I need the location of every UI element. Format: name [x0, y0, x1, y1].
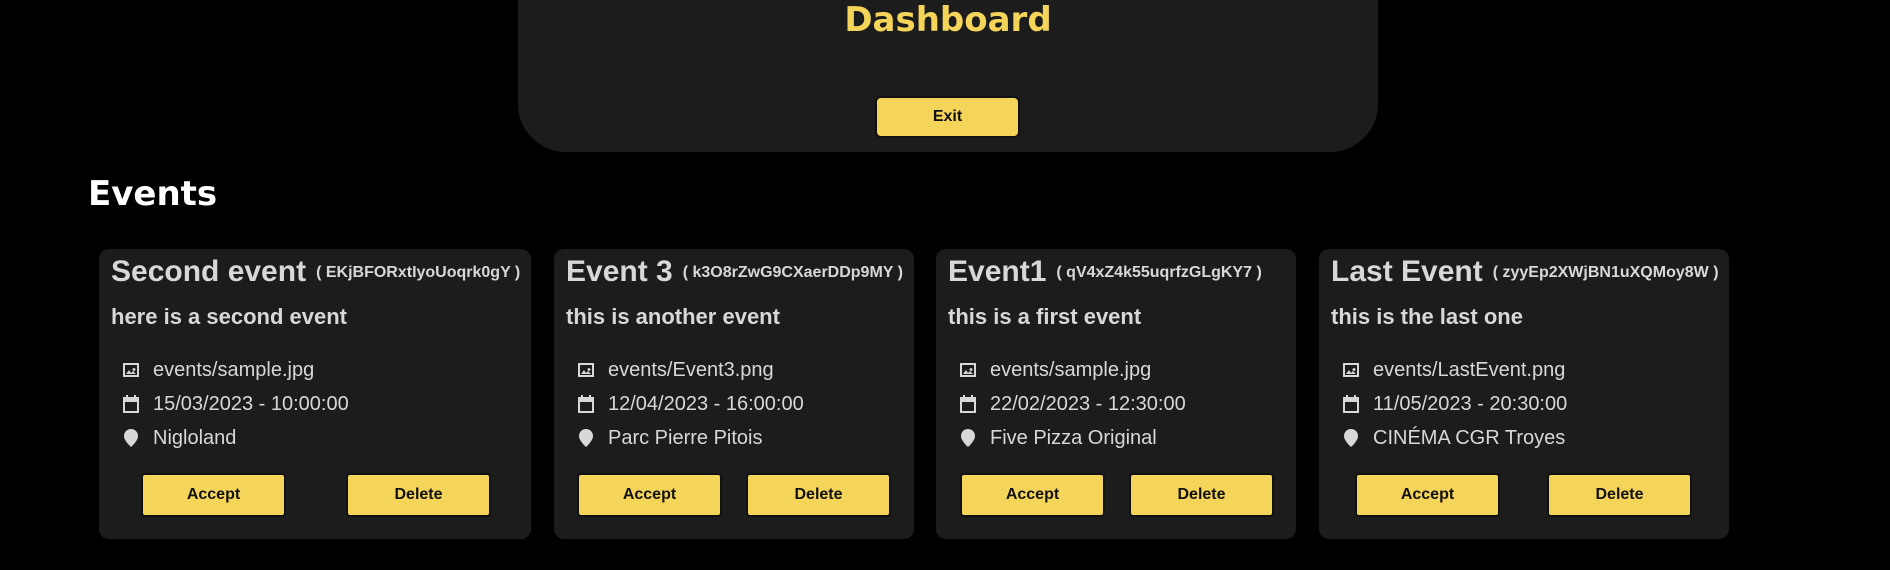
event-name: Last Event [1331, 255, 1483, 288]
accept-button[interactable]: Accept [141, 473, 286, 517]
event-location-row: Nigloland [121, 423, 236, 453]
page-title: Dashboard [844, 0, 1052, 40]
delete-button[interactable]: Delete [346, 473, 491, 517]
calendar-icon [123, 395, 139, 413]
location-pin-icon [961, 429, 975, 447]
event-location: Five Pizza Original [990, 426, 1157, 449]
event-datetime: 12/04/2023 - 16:00:00 [608, 392, 804, 415]
delete-button[interactable]: Delete [1547, 473, 1692, 517]
event-description: here is a second event [111, 304, 347, 329]
event-datetime: 15/03/2023 - 10:00:00 [153, 392, 349, 415]
event-date-row: 12/04/2023 - 16:00:00 [576, 389, 804, 419]
image-icon [960, 363, 976, 377]
event-location-row: Five Pizza Original [958, 423, 1157, 453]
event-image-row: events/sample.jpg [958, 355, 1151, 385]
event-image-path: events/Event3.png [608, 358, 774, 381]
location-pin-icon [579, 429, 593, 447]
event-image-path: events/LastEvent.png [1373, 358, 1566, 381]
image-icon [1343, 363, 1359, 377]
exit-button[interactable]: Exit [875, 96, 1020, 138]
event-image-row: events/sample.jpg [121, 355, 314, 385]
accept-button[interactable]: Accept [577, 473, 722, 517]
header-panel: Dashboard Exit [518, 0, 1378, 152]
event-location: CINÉMA CGR Troyes [1373, 426, 1566, 449]
delete-button[interactable]: Delete [1129, 473, 1274, 517]
event-location-row: Parc Pierre Pitois [576, 423, 763, 453]
event-card-header: Last Event ( zyyEp2XWjBN1uXQMoy8W ) [1331, 255, 1719, 289]
image-icon [123, 363, 139, 377]
event-id: ( EKjBFORxtIyoUoqrk0gY ) [316, 264, 521, 281]
events-section-title: Events [88, 174, 218, 214]
location-pin-icon [124, 429, 138, 447]
event-date-row: 22/02/2023 - 12:30:00 [958, 389, 1186, 419]
event-image-row: events/Event3.png [576, 355, 774, 385]
calendar-icon [578, 395, 594, 413]
event-datetime: 22/02/2023 - 12:30:00 [990, 392, 1186, 415]
event-card: Second event ( EKjBFORxtIyoUoqrk0gY ) her… [99, 249, 531, 539]
event-card-header: Second event ( EKjBFORxtIyoUoqrk0gY ) [111, 255, 520, 289]
event-name: Event 3 [566, 255, 673, 288]
event-card: Event1 ( qV4xZ4k55uqrfzGLgKY7 ) this is a… [936, 249, 1296, 539]
calendar-icon [960, 395, 976, 413]
event-name: Second event [111, 255, 307, 288]
event-id: ( zyyEp2XWjBN1uXQMoy8W ) [1492, 264, 1719, 281]
event-date-row: 11/05/2023 - 20:30:00 [1341, 389, 1567, 419]
event-id: ( k3O8rZwG9CXaerDDp9MY ) [682, 264, 903, 281]
event-id: ( qV4xZ4k55uqrfzGLgKY7 ) [1056, 264, 1262, 281]
event-location: Parc Pierre Pitois [608, 426, 763, 449]
event-date-row: 15/03/2023 - 10:00:00 [121, 389, 349, 419]
event-description: this is another event [566, 304, 780, 329]
accept-button[interactable]: Accept [1355, 473, 1500, 517]
calendar-icon [1343, 395, 1359, 413]
event-image-path: events/sample.jpg [990, 358, 1152, 381]
location-pin-icon [1344, 429, 1358, 447]
event-image-path: events/sample.jpg [153, 358, 315, 381]
accept-button[interactable]: Accept [960, 473, 1105, 517]
event-card-header: Event1 ( qV4xZ4k55uqrfzGLgKY7 ) [948, 255, 1262, 289]
delete-button[interactable]: Delete [746, 473, 891, 517]
event-image-row: events/LastEvent.png [1341, 355, 1565, 385]
event-datetime: 11/05/2023 - 20:30:00 [1373, 392, 1568, 415]
event-card: Event 3 ( k3O8rZwG9CXaerDDp9MY ) this is … [554, 249, 914, 539]
event-description: this is the last one [1331, 304, 1523, 329]
event-name: Event1 [948, 255, 1047, 288]
event-card: Last Event ( zyyEp2XWjBN1uXQMoy8W ) this … [1319, 249, 1729, 539]
event-card-header: Event 3 ( k3O8rZwG9CXaerDDp9MY ) [566, 255, 903, 289]
image-icon [578, 363, 594, 377]
event-location-row: CINÉMA CGR Troyes [1341, 423, 1565, 453]
event-location: Nigloland [153, 426, 237, 449]
event-description: this is a first event [948, 304, 1142, 329]
